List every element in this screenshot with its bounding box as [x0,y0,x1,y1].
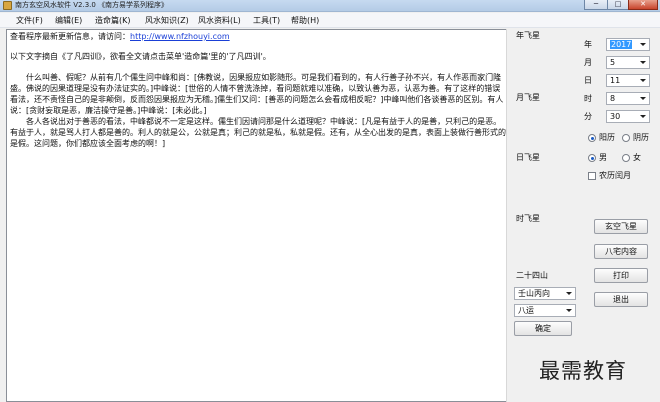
menu-edit[interactable]: 编辑(E) [55,15,82,26]
hour-value: 8 [610,94,616,103]
twenty-four-mountains-label: 二十四山 [516,271,548,280]
website-link[interactable]: http://www.nfzhouyi.com [130,32,230,41]
minute-label: 分 [584,112,592,121]
exit-button[interactable]: 退出 [594,292,648,307]
confirm-button[interactable]: 确定 [514,321,572,336]
chevron-down-icon [566,309,572,312]
year-select[interactable]: 2017 [606,38,650,51]
watermark-text: 最需教育 [539,359,627,383]
yang-li-radio[interactable] [588,134,596,142]
menu-help[interactable]: 帮助(H) [291,15,319,26]
mountain-value: 壬山丙向 [518,289,550,298]
ba-zhai-button[interactable]: 八宅内容 [594,244,648,259]
yin-li-radio[interactable] [622,134,630,142]
menu-file[interactable]: 文件(F) [16,15,43,26]
chevron-down-icon [640,61,646,64]
minute-value: 30 [610,112,621,121]
app-icon [3,1,12,10]
ri-fei-xing-label: 日飞星 [516,153,540,162]
yang-li-label: 阳历 [599,133,615,142]
month-value: 5 [610,58,616,67]
male-radio[interactable] [588,154,596,162]
yin-li-label: 阴历 [633,133,649,142]
chevron-down-icon [566,292,572,295]
hour-select[interactable]: 8 [606,92,650,105]
month-label: 月 [584,58,592,67]
chevron-down-icon [640,79,646,82]
day-value: 11 [610,76,621,85]
chevron-down-icon [640,97,646,100]
period-value: 八运 [518,306,534,315]
period-select[interactable]: 八运 [514,304,576,317]
menu-tools[interactable]: 工具(T) [253,15,280,26]
minute-select[interactable]: 30 [606,110,650,123]
minimize-button[interactable]: ─ [584,0,608,10]
excerpt-note: 以下文字摘自《了凡四训》，欲看全文请点击菜单'造命篇'里的'了凡四训'。 [10,52,271,61]
day-label: 日 [584,76,592,85]
chevron-down-icon [640,43,646,46]
menu-fengshui-knowledge[interactable]: 风水知识(Z) [145,15,189,26]
year-value: 2017 [610,40,633,49]
leap-month-label: 农历闰月 [599,171,631,180]
content-text-area[interactable]: 查看程序最新更新信息，请访问：http://www.nfzhouyi.com 以… [6,29,511,402]
chevron-down-icon [640,115,646,118]
nian-fei-xing-label: 年飞星 [516,31,540,40]
female-radio[interactable] [622,154,630,162]
leap-month-checkbox[interactable] [588,172,596,180]
update-line: 查看程序最新更新信息，请访问：http://www.nfzhouyi.com [7,31,510,42]
menu-fengshui-materials[interactable]: 风水资料(L) [198,15,241,26]
hour-label: 时 [584,94,592,103]
title-bar: 南方玄空风水软件 V2.3.0 《南方易学系列程序》 ─ □ ✕ [0,0,660,12]
day-select[interactable]: 11 [606,74,650,87]
menu-zaoming[interactable]: 造命篇(K) [95,15,131,26]
window-title: 南方玄空风水软件 V2.3.0 《南方易学系列程序》 [15,1,169,9]
paragraph-2: 各人各说出对于善恶的看法，中峰都说不一定是这样。儒生们因请问那是什么道理呢？中峰… [10,117,506,148]
maximize-button[interactable]: □ [607,0,629,10]
menu-bar: 文件(F) 编辑(E) 造命篇(K) 风水知识(Z) 风水资料(L) 工具(T)… [0,13,660,28]
mountain-select[interactable]: 壬山丙向 [514,287,576,300]
female-label: 女 [633,153,641,162]
vertical-scrollbar[interactable] [506,29,512,402]
close-button[interactable]: ✕ [628,0,658,10]
shi-fei-xing-label: 时飞星 [516,214,540,223]
month-select[interactable]: 5 [606,56,650,69]
xuan-kong-fei-xing-button[interactable]: 玄空飞星 [594,219,648,234]
yue-fei-xing-label: 月飞星 [516,93,540,102]
print-button[interactable]: 打印 [594,268,648,283]
male-label: 男 [599,153,607,162]
update-prefix: 查看程序最新更新信息，请访问： [10,32,130,41]
paragraph-1: 什么叫善、假呢？从前有几个儒生问中峰和尚：[佛教说，因果报应如影随形。可是我们看… [10,73,504,115]
year-label: 年 [584,40,592,49]
